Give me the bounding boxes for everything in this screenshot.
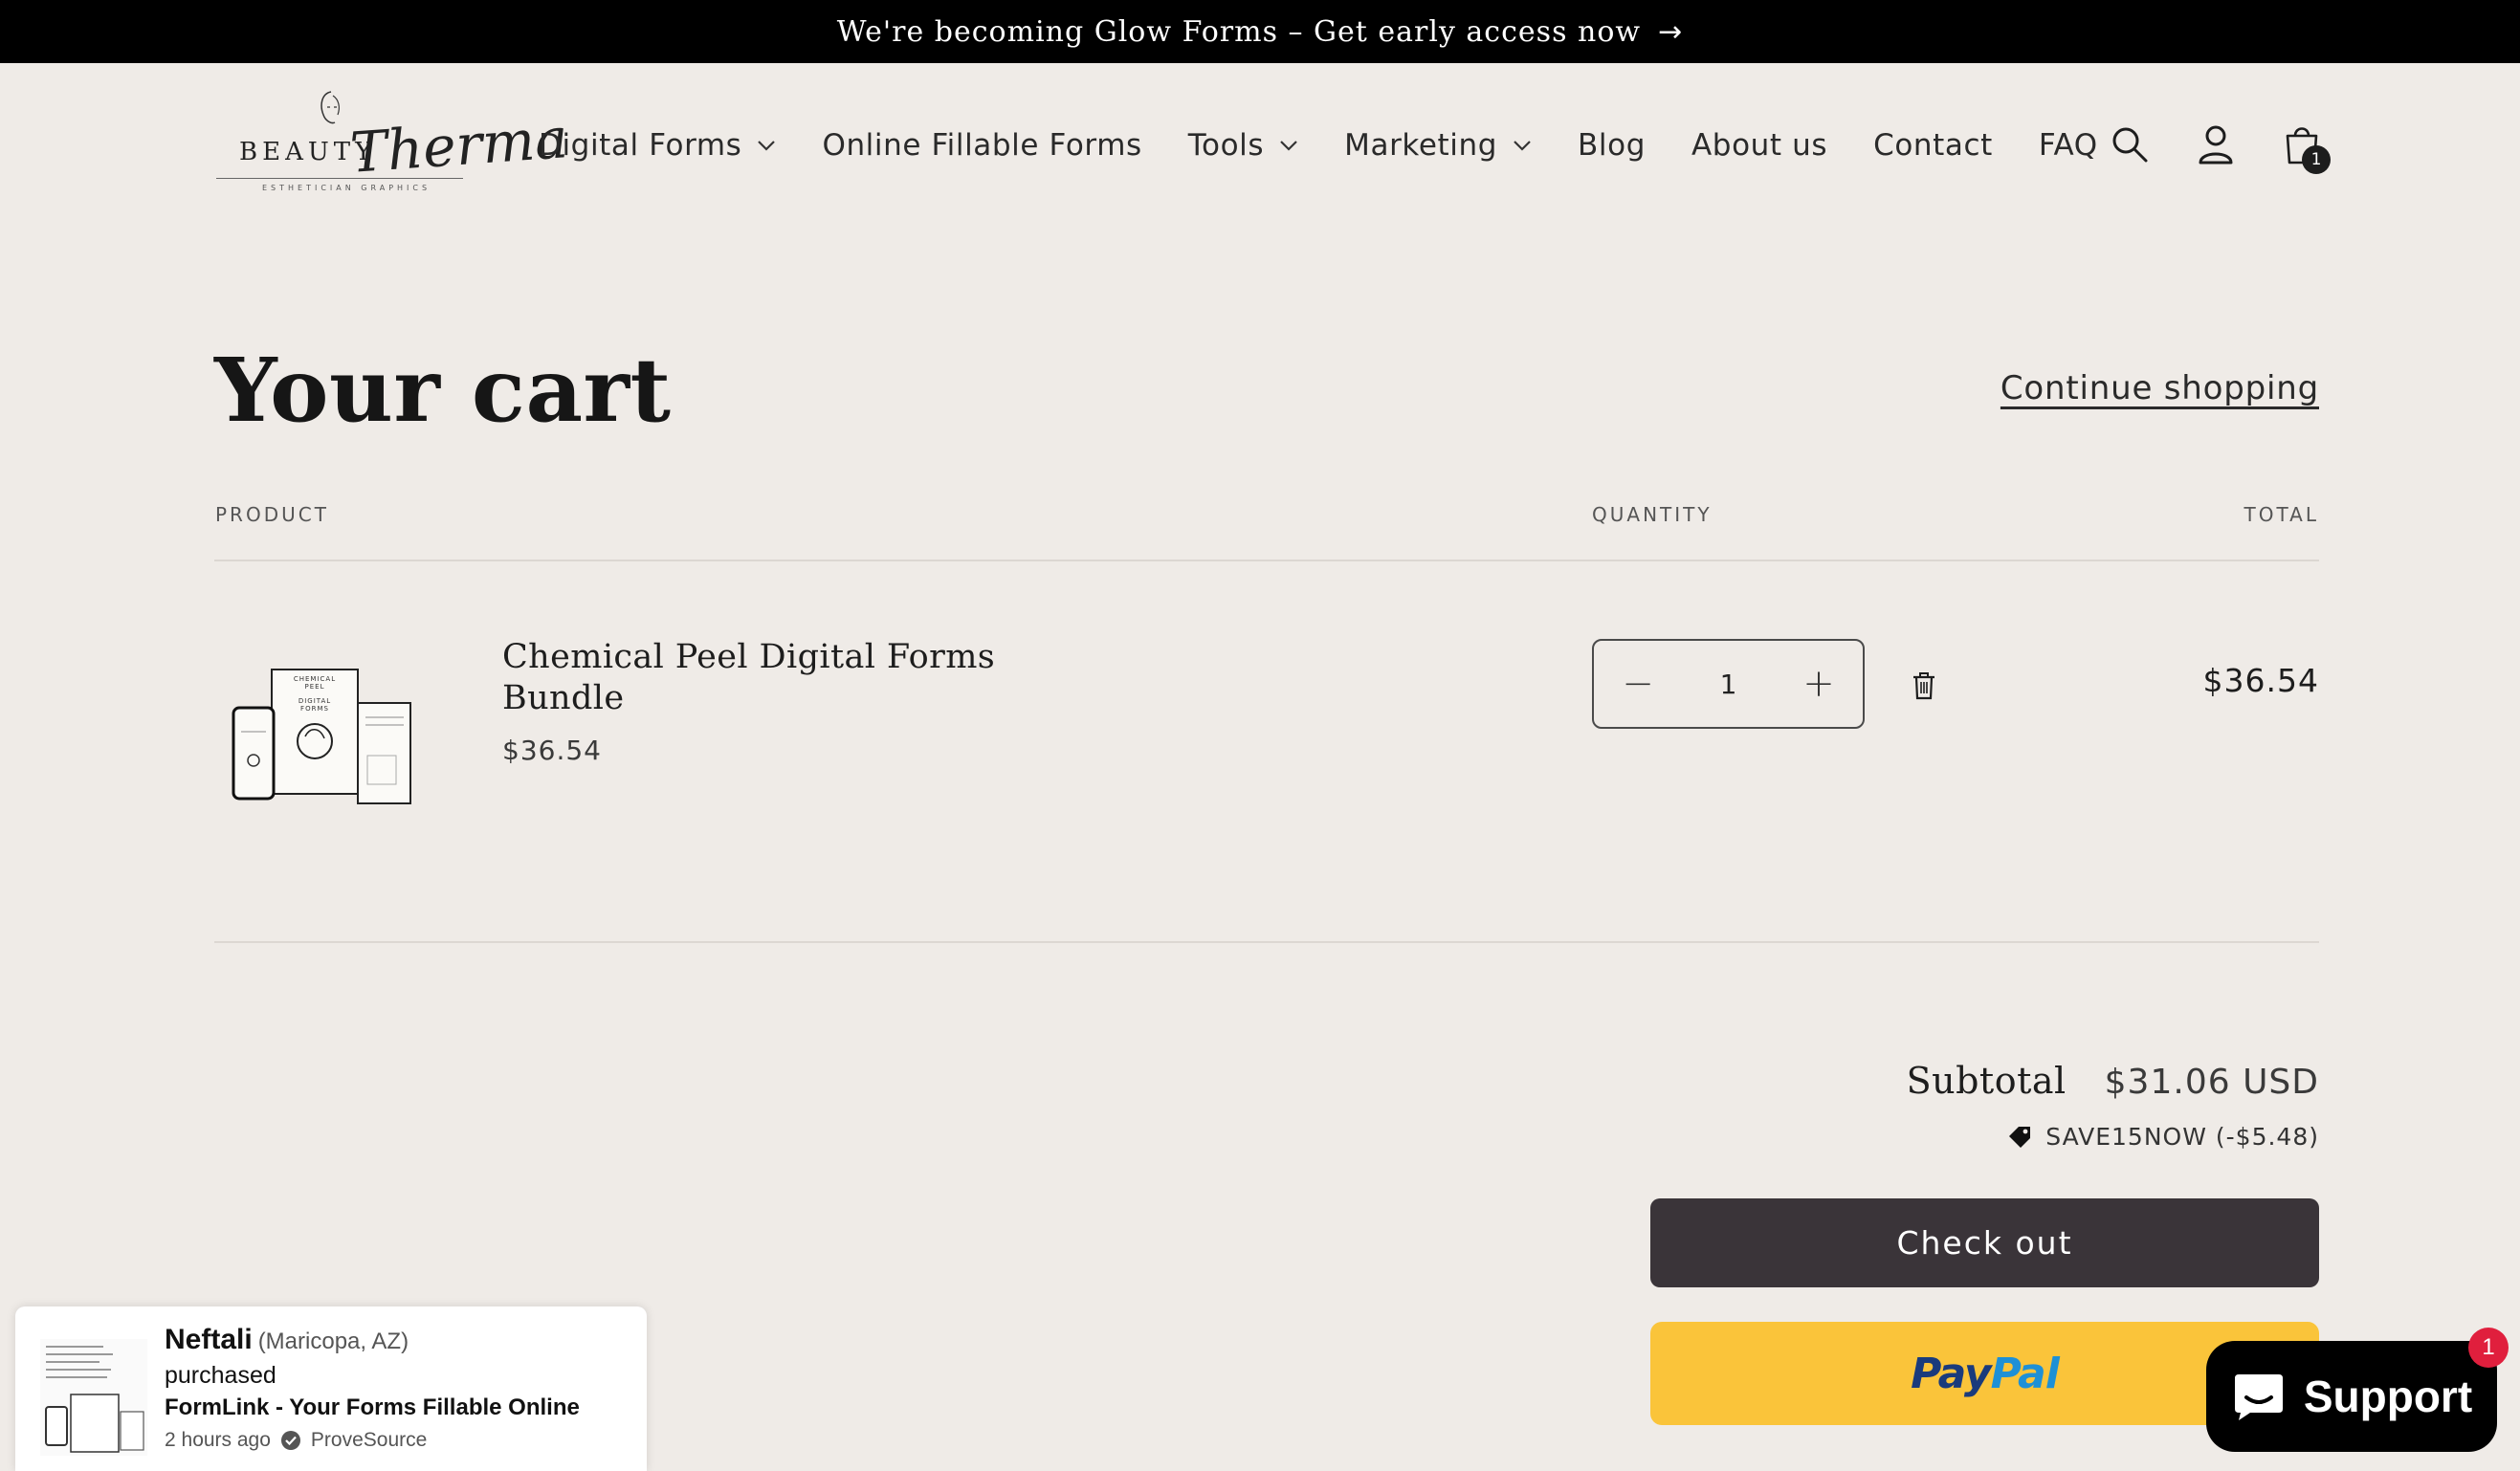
discount-code: SAVE15NOW (-$5.48) <box>2045 1123 2319 1151</box>
subtotal-row: Subtotal $31.06 USD <box>1907 1060 2319 1102</box>
nav-item-label: Blog <box>1578 128 1646 163</box>
cart-button[interactable]: 1 <box>2281 121 2331 174</box>
thumbnail-text: CHEMICAL <box>294 675 336 683</box>
logo-rule <box>216 178 463 179</box>
nav-item-label: Marketing <box>1344 128 1498 163</box>
notification-source: ProveSource <box>310 1429 428 1451</box>
table-divider <box>214 560 2319 561</box>
nav-item-about-us[interactable]: About us <box>1691 128 1827 163</box>
table-divider <box>214 941 2319 943</box>
search-button[interactable] <box>2109 121 2151 168</box>
face-sketch-icon <box>321 91 340 124</box>
paypal-logo: PayPal <box>1911 1349 2060 1398</box>
column-header-quantity: QUANTITY <box>1592 503 1713 526</box>
quantity-input[interactable] <box>1690 668 1767 700</box>
nav-item-contact[interactable]: Contact <box>1873 128 1993 163</box>
continue-shopping-link[interactable]: Continue shopping <box>2001 369 2319 407</box>
site-header: BEAUTY Therma ESTHETICIAN GRAPHICS Digit… <box>0 63 2520 235</box>
notification-time: 2 hours ago <box>165 1429 271 1451</box>
arrow-right-icon: → <box>1658 14 1684 49</box>
thumbnail-text: PEEL <box>305 683 325 691</box>
logo[interactable]: BEAUTY Therma ESTHETICIAN GRAPHICS <box>216 91 570 207</box>
nav-item-label: Online Fillable Forms <box>822 128 1142 163</box>
line-item-total: $36.54 <box>2202 662 2319 699</box>
column-header-total: TOTAL <box>2244 503 2319 526</box>
nav-item-blog[interactable]: Blog <box>1578 128 1646 163</box>
nav-item-faq[interactable]: FAQ <box>2039 128 2098 163</box>
buyer-name: Neftali (Maricopa, AZ) <box>165 1324 409 1356</box>
paypal-logo-pay: Pay <box>1911 1349 1991 1398</box>
notification-product-thumbnail <box>40 1339 147 1456</box>
nav-item-label: FAQ <box>2038 128 2098 163</box>
announcement-text: We're becoming Glow Forms – Get early ac… <box>836 14 1642 49</box>
purchased-product: FormLink - Your Forms Fillable Online <box>165 1394 580 1420</box>
purchase-notification[interactable]: Neftali (Maricopa, AZ) purchased FormLink… <box>15 1306 647 1471</box>
support-chat-button[interactable]: Support <box>2206 1341 2497 1452</box>
subtotal-label: Subtotal <box>1906 1060 2067 1102</box>
main-nav: Digital Forms Online Fillable Forms Tool… <box>539 126 2144 165</box>
search-icon <box>2112 127 2148 163</box>
chat-bubble-icon <box>2234 1374 2283 1420</box>
product-name[interactable]: Chemical Peel Digital Forms Bundle <box>502 637 1038 719</box>
nav-item-online-fillable-forms[interactable]: Online Fillable Forms <box>822 128 1141 163</box>
increase-quantity-button[interactable]: + <box>1800 662 1838 706</box>
checkout-button[interactable]: Check out <box>1650 1198 2319 1287</box>
decrease-quantity-button[interactable]: − <box>1619 662 1657 706</box>
thumbnail-text: FORMS <box>300 705 329 713</box>
logo-tagline: ESTHETICIAN GRAPHICS <box>262 184 431 192</box>
nav-item-digital-forms[interactable]: Digital Forms <box>539 128 776 163</box>
quantity-stepper: − + <box>1592 639 1865 729</box>
subtotal-value: $31.06 USD <box>2104 1063 2319 1102</box>
chevron-down-icon <box>758 141 776 151</box>
chevron-down-icon <box>1514 141 1531 151</box>
account-button[interactable] <box>2195 121 2237 168</box>
nav-item-label: About us <box>1691 128 1828 163</box>
page-title: Your cart <box>214 339 672 442</box>
chevron-down-icon <box>1280 141 1297 151</box>
nav-item-label: Contact <box>1873 128 1993 163</box>
support-notification-badge: 1 <box>2468 1328 2509 1368</box>
nav-item-marketing[interactable]: Marketing <box>1344 128 1532 163</box>
purchase-action: purchased <box>165 1362 276 1389</box>
product-thumbnail[interactable]: CHEMICAL PEEL DIGITAL FORMS <box>224 660 415 813</box>
nav-item-label: Digital Forms <box>539 128 742 163</box>
paypal-logo-pal: Pal <box>1990 1349 2060 1398</box>
discount-row: SAVE15NOW (-$5.48) <box>2007 1123 2319 1151</box>
notification-meta: 2 hours ago ProveSource <box>165 1429 427 1452</box>
cart-count-badge: 1 <box>2302 145 2331 174</box>
product-price: $36.54 <box>502 735 602 766</box>
buyer-location: (Maricopa, AZ) <box>257 1328 409 1354</box>
logo-brand-script: Therma <box>347 105 570 186</box>
support-label: Support <box>2303 1372 2473 1421</box>
nav-item-tools[interactable]: Tools <box>1188 128 1298 163</box>
trash-icon <box>1913 672 1934 700</box>
tag-icon <box>2009 1126 2031 1148</box>
buyer-name-text: Neftali <box>165 1324 253 1355</box>
account-icon <box>2199 125 2233 165</box>
announcement-bar[interactable]: We're becoming Glow Forms – Get early ac… <box>0 0 2520 63</box>
verified-check-icon <box>280 1431 300 1450</box>
remove-item-button[interactable] <box>1912 671 1936 704</box>
nav-item-label: Tools <box>1187 128 1265 163</box>
thumbnail-text: DIGITAL <box>298 697 331 705</box>
column-header-product: PRODUCT <box>215 503 329 526</box>
header-icons: 1 <box>2109 121 2331 174</box>
